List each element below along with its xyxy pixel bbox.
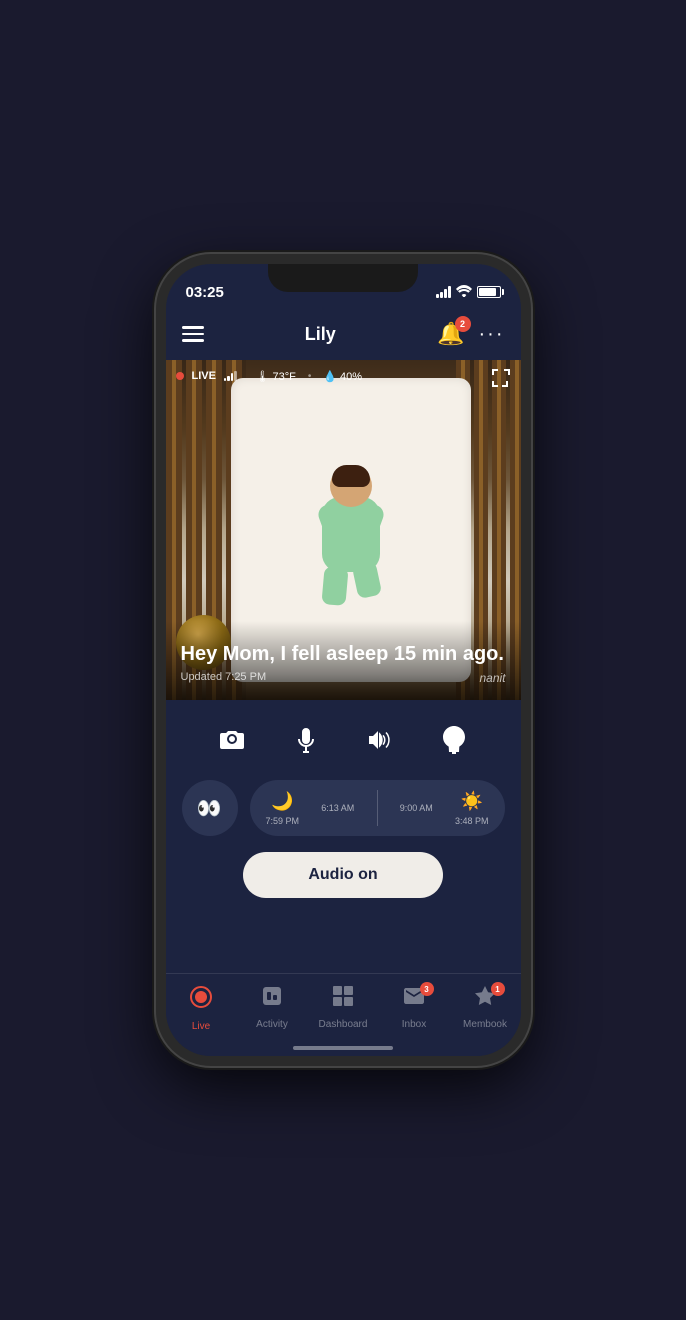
phone-frame: 03:25 (156, 254, 531, 1066)
speaker-button[interactable] (358, 718, 402, 762)
temperature-value: 73°F (272, 371, 295, 383)
nav-item-live[interactable]: Live (166, 984, 237, 1032)
nav-item-dashboard[interactable]: Dashboard (308, 984, 379, 1030)
nav-label-dashboard: Dashboard (319, 1019, 368, 1030)
nav-label-activity: Activity (256, 1019, 288, 1030)
timeline-divider (377, 790, 378, 826)
update-time: Updated 7:25 PM (181, 671, 506, 683)
wifi-icon (456, 284, 472, 300)
activity-nav-icon (260, 984, 284, 1015)
app-header: Lily 🔔 2 ··· (166, 308, 521, 360)
live-dot (176, 372, 184, 380)
signal-bars-icon (436, 286, 451, 298)
camera-button[interactable] (210, 718, 254, 762)
audio-on-wrapper: Audio on (166, 844, 521, 910)
bottom-nav: Live Activity (166, 973, 521, 1056)
temperature-stat: 🌡 73°F (256, 370, 296, 383)
signal-strength-icon (224, 371, 237, 381)
dashboard-nav-icon (331, 984, 355, 1015)
eyes-icon: 👀 (197, 796, 223, 821)
nav-item-membook[interactable]: 1 Membook (450, 984, 521, 1030)
humidity-value: 40% (340, 371, 362, 383)
phone-outer: 03:25 (0, 0, 686, 1320)
timeline-row: 👀 🌙 7:59 PM 6:13 AM 9:00 AM (182, 780, 505, 836)
timeline-inner: 🌙 7:59 PM 6:13 AM 9:00 AM ☀️ 3:48 PM (266, 790, 489, 826)
page-title: Lily (305, 324, 336, 345)
more-options-button[interactable]: ··· (479, 323, 505, 346)
brand-watermark: nanit (479, 671, 505, 685)
day-start-time: 9:00 AM (400, 803, 433, 813)
nav-label-live: Live (192, 1021, 210, 1032)
notification-badge: 2 (455, 316, 471, 332)
night-start-time: 7:59 PM (266, 816, 300, 826)
timeline-section: 👀 🌙 7:59 PM 6:13 AM 9:00 AM (166, 780, 521, 836)
water-drop-icon: 💧 (323, 370, 337, 383)
thermometer-icon: 🌡 (256, 370, 270, 383)
humidity-stat: 💧 40% (323, 370, 362, 383)
home-indicator (293, 1046, 393, 1050)
fullscreen-button[interactable] (491, 368, 511, 393)
status-icons (436, 284, 501, 300)
battery-icon (477, 286, 501, 298)
inbox-badge: 3 (420, 982, 434, 996)
night-end-time: 6:13 AM (321, 803, 354, 813)
video-stats: 🌡 73°F • 💧 40% (256, 370, 363, 383)
nav-item-inbox[interactable]: 3 Inbox (379, 984, 450, 1030)
night-light-button[interactable] (432, 718, 476, 762)
live-indicator: LIVE (176, 370, 237, 382)
video-feed[interactable]: LIVE 🌡 73°F • 💧 40% (166, 360, 521, 700)
nav-label-inbox: Inbox (402, 1019, 426, 1030)
baby-figure (301, 455, 401, 605)
header-right-controls: 🔔 2 ··· (437, 321, 504, 347)
hamburger-menu-button[interactable] (182, 326, 204, 342)
night-segment: 🌙 7:59 PM (266, 791, 300, 826)
day-segment: ☀️ 3:48 PM (455, 791, 489, 826)
nav-item-activity[interactable]: Activity (237, 984, 308, 1030)
notch (268, 264, 418, 292)
timeline-bar[interactable]: 🌙 7:59 PM 6:13 AM 9:00 AM ☀️ 3:48 PM (250, 780, 505, 836)
live-nav-icon (188, 984, 214, 1017)
eyes-button[interactable]: 👀 (182, 780, 238, 836)
app-content: Lily 🔔 2 ··· (166, 264, 521, 1056)
notification-bell-button[interactable]: 🔔 2 (437, 321, 464, 347)
microphone-button[interactable] (284, 718, 328, 762)
moon-icon: 🌙 (271, 791, 293, 812)
audio-on-button[interactable]: Audio on (243, 852, 443, 898)
status-message: Hey Mom, I fell asleep 15 min ago. (181, 641, 506, 667)
membook-badge: 1 (491, 982, 505, 996)
live-label: LIVE (192, 370, 216, 382)
status-time: 03:25 (186, 284, 224, 301)
video-overlay: Hey Mom, I fell asleep 15 min ago. Updat… (166, 621, 521, 700)
nav-label-membook: Membook (463, 1019, 507, 1030)
media-controls (166, 700, 521, 780)
sun-icon: ☀️ (461, 791, 483, 812)
day-end-time: 3:48 PM (455, 816, 489, 826)
